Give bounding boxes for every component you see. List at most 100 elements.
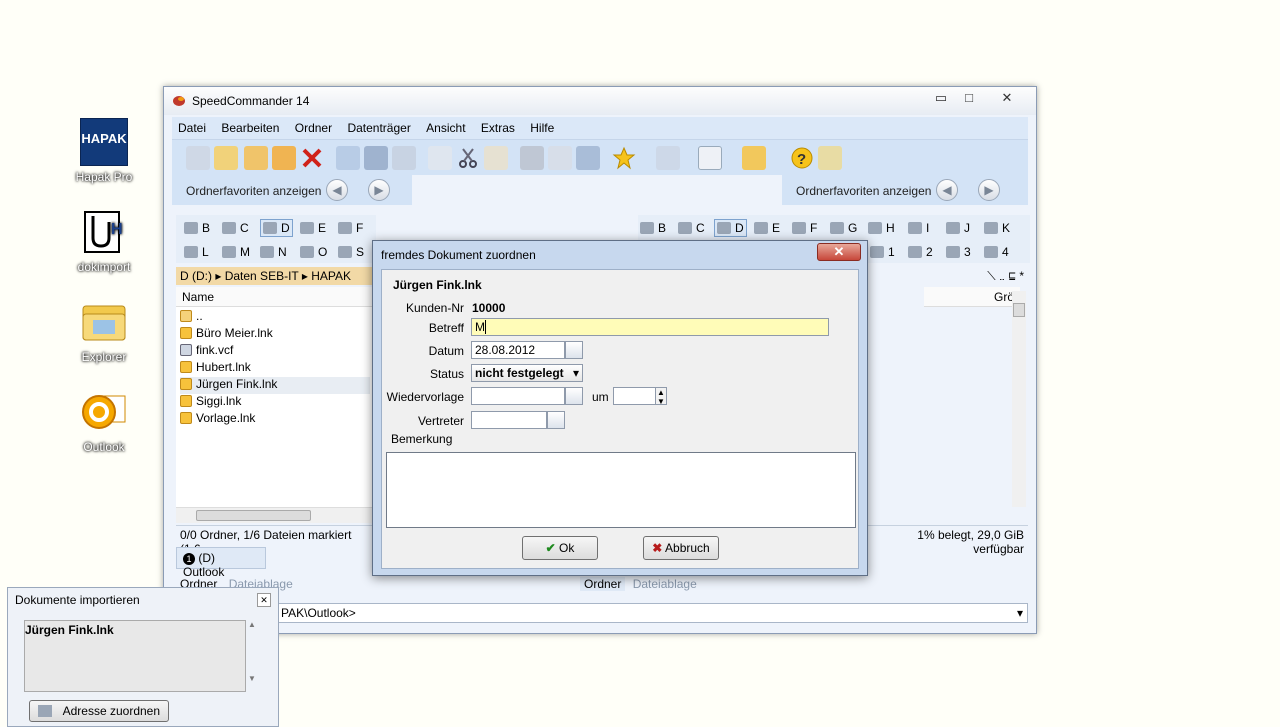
drive-4-right[interactable]: 4: [984, 245, 1009, 259]
drive-e[interactable]: E: [300, 221, 326, 235]
search-icon[interactable]: [548, 146, 572, 170]
clipboard-copy-icon[interactable]: [428, 146, 452, 170]
compare-icon[interactable]: [336, 146, 360, 170]
view-icon[interactable]: [186, 146, 210, 170]
back-icon-right[interactable]: ◀: [936, 179, 958, 201]
cancel-button[interactable]: ✖ Abbruch: [643, 536, 719, 560]
title-bar[interactable]: SpeedCommander 14 ▭ □ ✕: [164, 87, 1036, 115]
folder-heart-icon[interactable]: [742, 146, 766, 170]
close-icon[interactable]: ✕: [257, 593, 271, 607]
forward-icon[interactable]: ▶: [368, 179, 390, 201]
datum-input[interactable]: 28.08.2012: [471, 341, 565, 359]
contact-picker-icon[interactable]: [547, 411, 565, 429]
ok-button[interactable]: ✔ Ok: [522, 536, 598, 560]
breadcrumb-item[interactable]: HAPAK: [311, 269, 351, 283]
list-item[interactable]: Büro Meier.lnk: [180, 326, 370, 343]
list-item[interactable]: Vorlage.lnk: [180, 411, 370, 428]
breadcrumb-item[interactable]: D (D:): [180, 269, 212, 283]
network-icon[interactable]: [576, 146, 600, 170]
drive-c-right[interactable]: C: [678, 221, 705, 235]
drive-f-right[interactable]: F: [792, 221, 817, 235]
list-item[interactable]: fink.vcf: [180, 343, 370, 360]
drive-l[interactable]: L: [184, 245, 209, 259]
drive-2-right[interactable]: 2: [908, 245, 933, 259]
breadcrumb-item[interactable]: Daten SEB-IT: [225, 269, 299, 283]
wiedervorlage-input[interactable]: [471, 387, 565, 405]
folder-list-icon[interactable]: [656, 146, 680, 170]
favorites-label[interactable]: Ordnerfavoriten anzeigen: [186, 184, 321, 198]
back-icon[interactable]: ◀: [326, 179, 348, 201]
properties-icon[interactable]: [392, 146, 416, 170]
drive-icon[interactable]: [520, 146, 544, 170]
help-icon[interactable]: ?: [790, 146, 814, 170]
move-to-icon[interactable]: [272, 146, 296, 170]
desktop-icon-outlook[interactable]: Outlook: [64, 388, 144, 454]
minimize-button[interactable]: ▭: [928, 89, 954, 107]
assign-address-button[interactable]: Adresse zuordnen: [29, 700, 169, 722]
column-header-size[interactable]: Grö: [924, 287, 1020, 307]
cut-icon[interactable]: [456, 146, 480, 170]
notes-icon[interactable]: [818, 146, 842, 170]
drive-j-right[interactable]: J: [946, 221, 970, 235]
drive-i-right[interactable]: I: [908, 221, 929, 235]
menu-ansicht[interactable]: Ansicht: [420, 117, 471, 139]
list-item-selected[interactable]: Jürgen Fink.lnk: [180, 377, 370, 394]
import-list-item[interactable]: Jürgen Fink.lnk: [25, 621, 245, 637]
menu-extras[interactable]: Extras: [475, 117, 521, 139]
subtab-dateiablage-right[interactable]: Dateiablage: [629, 577, 701, 591]
bemerkung-textarea[interactable]: [386, 452, 856, 528]
edit-icon[interactable]: [214, 146, 238, 170]
calendar-icon[interactable]: [565, 387, 583, 405]
column-header-name[interactable]: Name: [176, 287, 376, 307]
menu-hilfe[interactable]: Hilfe: [524, 117, 560, 139]
calendar-icon[interactable]: [565, 341, 583, 359]
time-stepper[interactable]: ▲ ▼: [655, 387, 667, 406]
menu-bearbeiten[interactable]: Bearbeiten: [215, 117, 285, 139]
drive-1-right[interactable]: 1: [870, 245, 895, 259]
tools-icon[interactable]: ⟍ ‥ ⊑ *: [987, 269, 1024, 283]
drive-o[interactable]: O: [300, 245, 327, 259]
menu-ordner[interactable]: Ordner: [289, 117, 338, 139]
betreff-input[interactable]: M: [471, 318, 829, 336]
tab-outlook[interactable]: 1 (D) Outlook: [176, 547, 266, 579]
subtab-ordner-right[interactable]: Ordner: [580, 577, 626, 591]
chevron-down-icon[interactable]: ▾: [1017, 606, 1023, 620]
drive-n[interactable]: N: [260, 245, 287, 259]
import-list-scrollbar[interactable]: ▲ ▼: [248, 620, 260, 692]
drive-c[interactable]: C: [222, 221, 249, 235]
vertical-scrollbar[interactable]: [1012, 291, 1026, 507]
vertreter-input[interactable]: [471, 411, 547, 429]
drive-b[interactable]: B: [184, 221, 210, 235]
forward-icon-right[interactable]: ▶: [978, 179, 1000, 201]
time-input[interactable]: [613, 387, 657, 405]
drive-s[interactable]: S: [338, 245, 364, 259]
breadcrumb[interactable]: D (D:) ▸ Daten SEB-IT ▸ HAPAK: [176, 267, 376, 285]
command-line-input[interactable]: PAK\Outlook> ▾: [276, 603, 1028, 623]
status-select[interactable]: nicht festgelegt ▾: [471, 364, 583, 382]
drive-3-right[interactable]: 3: [946, 245, 971, 259]
paste-icon[interactable]: [484, 146, 508, 170]
desktop-icon-explorer[interactable]: Explorer: [64, 298, 144, 364]
maximize-button[interactable]: □: [956, 89, 982, 107]
drive-g-right[interactable]: G: [830, 221, 857, 235]
favorites-label-right[interactable]: Ordnerfavoriten anzeigen: [796, 184, 931, 198]
list-item[interactable]: ..: [180, 309, 370, 326]
horizontal-scrollbar[interactable]: [176, 507, 376, 523]
checklist-icon[interactable]: [698, 146, 722, 170]
drive-m[interactable]: M: [222, 245, 250, 259]
menu-datentraeger[interactable]: Datenträger: [341, 117, 416, 139]
favorites-star-icon[interactable]: [612, 146, 636, 170]
dialog-close-button[interactable]: ✕: [817, 243, 861, 261]
drive-e-right[interactable]: E: [754, 221, 780, 235]
console-icon[interactable]: [364, 146, 388, 170]
desktop-icon-hapak[interactable]: HAPAK Hapak Pro: [64, 118, 144, 184]
delete-icon[interactable]: [300, 146, 324, 170]
desktop-icon-dokimport[interactable]: H dokimport: [64, 208, 144, 274]
drive-d[interactable]: D: [260, 219, 293, 237]
drive-b-right[interactable]: B: [640, 221, 666, 235]
menu-datei[interactable]: Datei: [172, 117, 212, 139]
drive-h-right[interactable]: H: [868, 221, 895, 235]
drive-k-right[interactable]: K: [984, 221, 1010, 235]
list-item[interactable]: Hubert.lnk: [180, 360, 370, 377]
copy-to-icon[interactable]: [244, 146, 268, 170]
